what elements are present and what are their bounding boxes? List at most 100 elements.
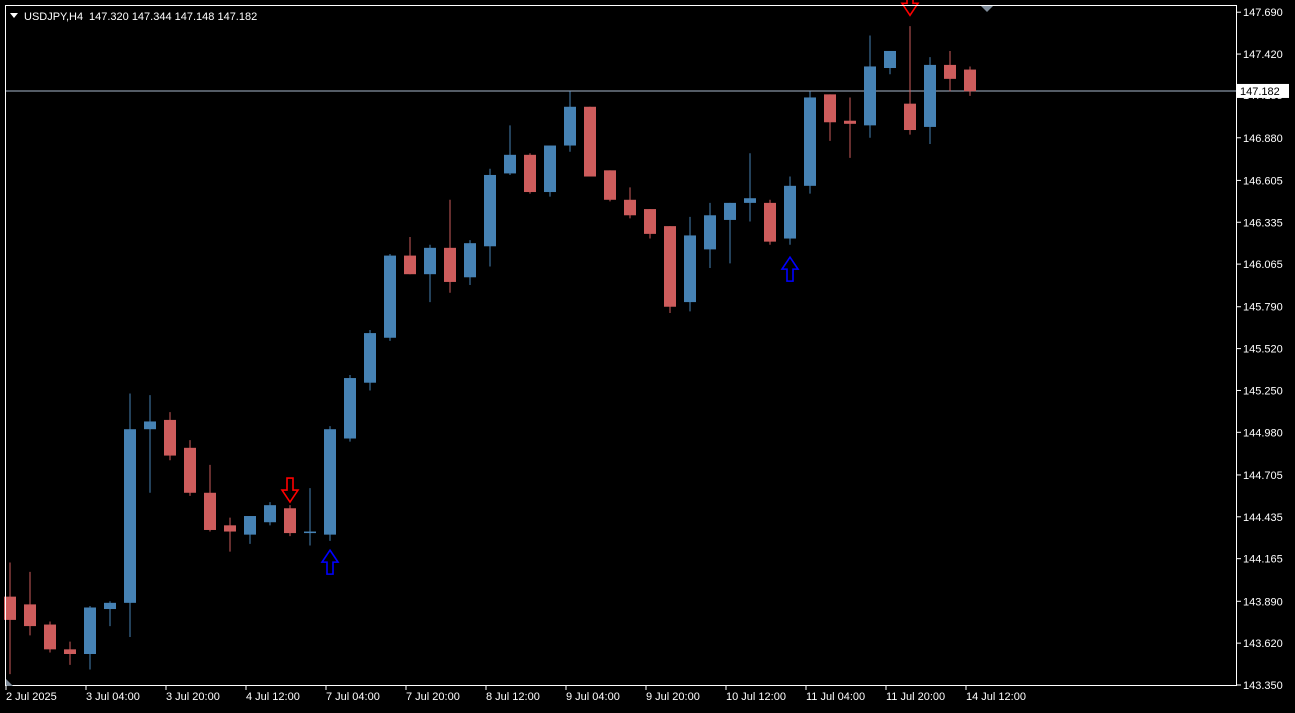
bull-candle[interactable] [124, 393, 136, 637]
candle-body [604, 170, 616, 200]
candle-body [484, 174, 496, 247]
y-tick-label: 143.890 [1243, 596, 1283, 608]
candle-body [704, 215, 716, 250]
y-tick-label: 146.065 [1243, 259, 1283, 271]
candle-body [144, 421, 156, 430]
candle-body [924, 64, 936, 127]
x-tick-label: 9 Jul 20:00 [646, 691, 700, 703]
x-tick-label: 14 Jul 12:00 [966, 691, 1026, 703]
y-tick-label: 146.880 [1243, 133, 1283, 145]
bear-candle[interactable] [584, 106, 596, 177]
y-tick-label: 147.690 [1243, 7, 1283, 19]
candle-body [644, 209, 656, 234]
bull-candle[interactable] [384, 254, 396, 341]
bull-candle[interactable] [264, 502, 276, 526]
candle-body [504, 154, 516, 174]
x-tick-label: 3 Jul 20:00 [166, 691, 220, 703]
y-tick-label: 144.705 [1243, 470, 1283, 482]
candle-body [204, 492, 216, 530]
candle-body [24, 604, 36, 627]
y-tick-label: 144.980 [1243, 427, 1283, 439]
candle-body [744, 198, 756, 203]
candle-body [264, 505, 276, 523]
x-tick-label: 3 Jul 04:00 [86, 691, 140, 703]
candle-body [64, 649, 76, 654]
candle-body [824, 94, 836, 123]
symbol-timeframe: USDJPY,H4 [24, 11, 83, 23]
y-tick-label: 144.435 [1243, 512, 1283, 524]
candle-body [844, 120, 856, 124]
candle-body [664, 226, 676, 307]
candle-body [784, 185, 796, 239]
y-tick-label: 147.420 [1243, 49, 1283, 61]
candle-body [964, 69, 976, 92]
candle-body [344, 378, 356, 439]
y-tick-label: 146.335 [1243, 217, 1283, 229]
bear-candle[interactable] [284, 505, 296, 537]
candle-body [464, 243, 476, 278]
candle-body [84, 607, 96, 654]
x-tick-label: 7 Jul 04:00 [326, 691, 380, 703]
candle-body [884, 50, 896, 69]
bear-candle[interactable] [604, 170, 616, 202]
candle-body [104, 602, 116, 610]
bull-candle[interactable] [364, 329, 376, 391]
x-tick-label: 9 Jul 04:00 [566, 691, 620, 703]
candle-body [904, 103, 916, 131]
candle-body [444, 247, 456, 282]
x-tick-label: 4 Jul 12:00 [246, 691, 300, 703]
bull-candle[interactable] [344, 374, 356, 442]
x-tick-label: 11 Jul 20:00 [886, 691, 945, 703]
last-price-label: 147.182 [1237, 83, 1289, 98]
candle-body [804, 97, 816, 186]
x-tick-label: 8 Jul 12:00 [486, 691, 540, 703]
x-tick-label: 11 Jul 04:00 [806, 691, 865, 703]
bear-candle[interactable] [524, 153, 536, 194]
candle-body [424, 247, 436, 275]
candle-body [564, 106, 576, 146]
candle-body [164, 419, 176, 456]
candle-body [544, 145, 556, 193]
ohlc-readout: 147.320 147.344 147.148 147.182 [89, 11, 257, 23]
candle-body [244, 516, 256, 535]
candle-body [364, 333, 376, 383]
price-chart[interactable]: USDJPY,H4 147.320 147.344 147.148 147.18… [0, 0, 1295, 713]
chart-background [0, 0, 1295, 713]
candle-body [524, 154, 536, 193]
candle-body [284, 508, 296, 534]
bull-candle[interactable] [544, 145, 556, 197]
candle-body [324, 429, 336, 535]
candle-body [764, 202, 776, 242]
y-tick-label: 145.790 [1243, 302, 1283, 314]
y-tick-label: 145.520 [1243, 344, 1283, 356]
y-tick-label: 143.620 [1243, 638, 1283, 650]
bear-candle[interactable] [44, 621, 56, 653]
candle-body [724, 202, 736, 220]
candle-body [864, 66, 876, 126]
bear-candle[interactable] [664, 226, 676, 313]
y-tick-label: 144.165 [1243, 554, 1283, 566]
bear-candle[interactable] [184, 440, 196, 496]
y-tick-label: 146.605 [1243, 175, 1283, 187]
x-tick-label: 2 Jul 2025 [6, 691, 57, 703]
candle-body [624, 199, 636, 216]
candle-body [184, 447, 196, 493]
y-tick-label: 145.250 [1243, 385, 1283, 397]
candle-body [224, 525, 236, 532]
bull-candle[interactable] [324, 426, 336, 541]
candle-body [584, 106, 596, 177]
chart-header[interactable]: USDJPY,H4 147.320 147.344 147.148 147.18… [10, 11, 257, 23]
x-tick-label: 10 Jul 12:00 [726, 691, 786, 703]
candle-body [684, 235, 696, 303]
candle-body [44, 624, 56, 650]
candle-body [404, 255, 416, 275]
y-tick-label: 143.350 [1243, 680, 1283, 692]
bull-candle[interactable] [784, 176, 796, 245]
bear-candle[interactable] [764, 199, 776, 245]
candle-body [384, 255, 396, 338]
candle-body [944, 64, 956, 79]
candle-body [124, 429, 136, 603]
x-tick-label: 7 Jul 20:00 [406, 691, 460, 703]
last-price-value: 147.182 [1240, 86, 1280, 98]
bull-candle[interactable] [804, 91, 816, 194]
